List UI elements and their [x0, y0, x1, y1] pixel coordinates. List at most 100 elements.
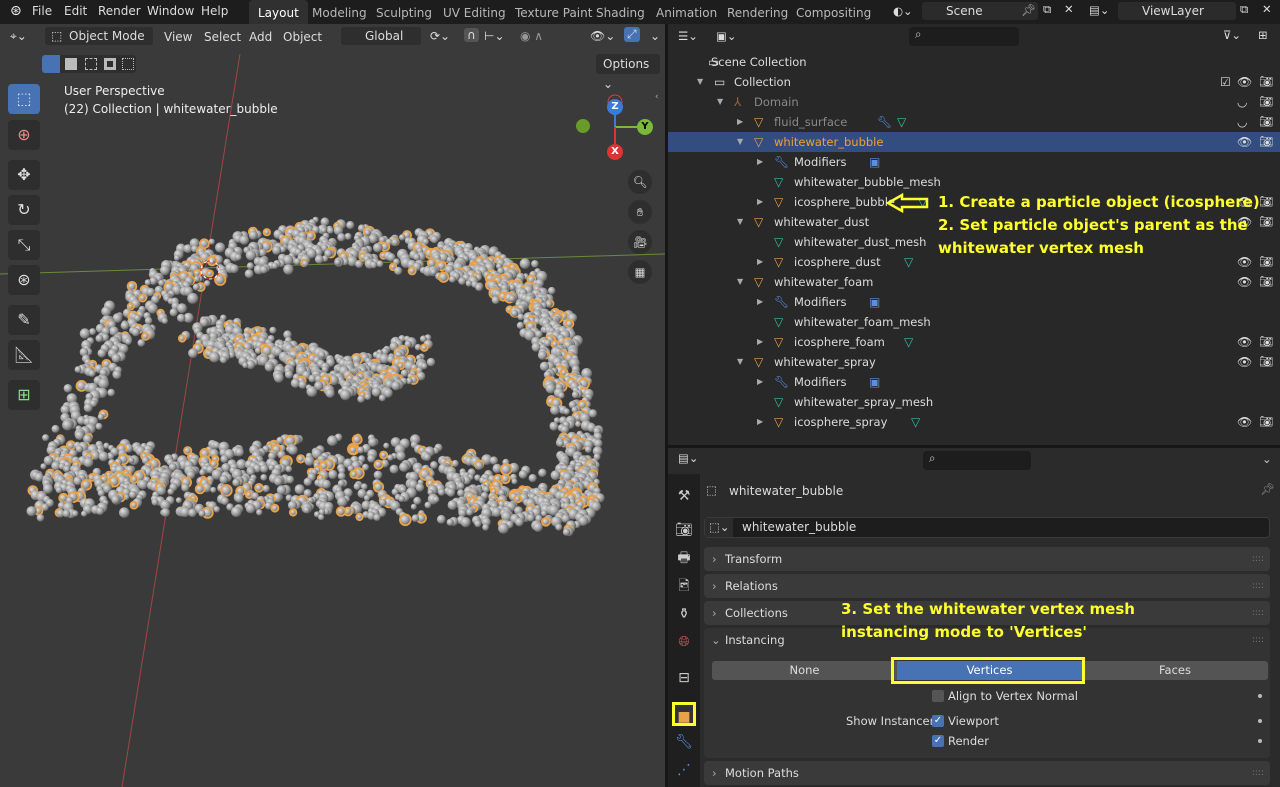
select-extend-icon[interactable]	[65, 58, 77, 70]
menu-add[interactable]: Add	[249, 30, 272, 44]
object-type-icon[interactable]: ⬚⌄	[705, 518, 733, 537]
move-tool[interactable]: ✥	[8, 160, 40, 190]
collapse-arrow-icon[interactable]: ▼	[697, 72, 703, 92]
outliner-row[interactable]: ▼ ⅄ Domain ◡ 📷︎	[668, 92, 1280, 112]
render-camera-icon[interactable]: 📷︎	[1259, 332, 1273, 352]
menu-window[interactable]: Window	[147, 4, 194, 18]
new-view-layer-icon[interactable]: ⧉	[1240, 2, 1248, 17]
expand-arrow-icon[interactable]: ▶	[757, 192, 763, 212]
show-instancer-render-checkbox[interactable]: ✓	[932, 735, 944, 747]
expand-arrow-icon[interactable]: ▶	[757, 412, 763, 432]
tab-compositing[interactable]: Compositing	[787, 0, 880, 24]
new-collection-icon[interactable]: ⊞	[1258, 28, 1268, 42]
view-layer-icon[interactable]: ▤⌄	[1089, 3, 1110, 17]
outliner-row[interactable]: ▼ ▽ whitewater_spray 👁︎ 📷︎	[668, 352, 1280, 372]
render-camera-icon[interactable]: 📷︎	[1259, 412, 1273, 432]
outliner-row[interactable]: ▼ ▽ whitewater_bubble 👁︎ 📷︎	[668, 132, 1280, 152]
render-camera-icon[interactable]: 📷︎	[1259, 72, 1273, 92]
select-new-icon[interactable]	[42, 55, 60, 73]
mesh-icon[interactable]: ▽	[904, 332, 913, 352]
menu-render[interactable]: Render	[98, 4, 141, 18]
properties-search-input[interactable]: ⌕	[923, 451, 1031, 470]
animate-property-icon[interactable]	[1258, 739, 1262, 743]
collapse-arrow-icon[interactable]: ▼	[737, 212, 743, 232]
add-cube-tool[interactable]: ⊞	[8, 380, 40, 410]
tab-rendering[interactable]: Rendering	[718, 0, 797, 24]
expand-arrow-icon[interactable]: ▶	[737, 112, 743, 132]
tab-tool-icon[interactable]: ⚒	[672, 484, 696, 508]
object-datablock-name[interactable]: whitewater_bubble	[742, 520, 856, 534]
animate-property-icon[interactable]	[1258, 719, 1262, 723]
pan-hand-icon[interactable]: ✋︎	[628, 200, 652, 224]
editor-type-icon[interactable]: ☰⌄	[678, 29, 698, 43]
camera-view-icon[interactable]: 🎥︎	[628, 230, 652, 254]
collapse-arrow-icon[interactable]: ▼	[737, 352, 743, 372]
mesh-icon[interactable]: ▽	[897, 112, 906, 132]
options-chevron-icon[interactable]: ⌄	[1262, 452, 1272, 466]
hidden-eye-icon[interactable]: ◡	[1237, 92, 1247, 112]
visibility-icon[interactable]: 👁︎⌄	[590, 29, 615, 43]
mesh-icon[interactable]: ▽	[911, 412, 920, 432]
expand-arrow-icon[interactable]: ▶	[757, 292, 763, 312]
pin-icon[interactable]: 📌︎	[1021, 3, 1036, 17]
view-layer-field[interactable]: ViewLayer	[1118, 2, 1236, 20]
eye-icon[interactable]: 👁︎	[1237, 332, 1252, 352]
select-box-tool[interactable]: ⬚	[8, 84, 40, 114]
eye-icon[interactable]: 👁︎	[1237, 252, 1252, 272]
expand-arrow-icon[interactable]: ▶	[757, 332, 763, 352]
render-camera-icon[interactable]: 📷︎	[1259, 272, 1273, 292]
remove-scene-icon[interactable]: ✕	[1064, 2, 1074, 16]
collapse-arrow-icon[interactable]: ▼	[737, 272, 743, 292]
panel-transform[interactable]: › Transform::::	[704, 547, 1270, 571]
tab-output-icon[interactable]: 🖶	[672, 546, 696, 570]
perspective-toggle-icon[interactable]: ▦	[628, 260, 652, 284]
new-scene-icon[interactable]: ⧉	[1043, 2, 1051, 17]
select-intersect-icon[interactable]	[122, 58, 134, 70]
outliner-row[interactable]: ▽ whitewater_bubble_mesh	[668, 172, 1280, 192]
menu-object[interactable]: Object	[283, 30, 322, 44]
transform-tool[interactable]: ⊛	[8, 265, 40, 295]
menu-edit[interactable]: Edit	[64, 4, 87, 18]
tab-layout[interactable]: Layout	[249, 0, 308, 24]
eye-icon[interactable]: 👁︎	[1237, 72, 1252, 92]
outliner-row[interactable]: ▼ ▭ Collection ☑ 👁︎ 📷︎	[668, 72, 1280, 92]
modifier-icon[interactable]: ▣	[869, 292, 880, 312]
animate-property-icon[interactable]	[1258, 694, 1262, 698]
outliner-row[interactable]: ▶ ▽ icosphere_spray ▽ 👁︎ 📷︎	[668, 412, 1280, 432]
exclude-checkbox[interactable]: ☑	[1220, 72, 1231, 92]
filter-icon[interactable]: ⊽⌄	[1223, 28, 1241, 42]
menu-file[interactable]: File	[32, 4, 52, 18]
panel-relations[interactable]: › Relations::::	[704, 574, 1270, 598]
instancing-none-button[interactable]: None	[712, 661, 897, 680]
gizmo-y-axis[interactable]: Y	[637, 119, 653, 135]
gizmo-dropdown-icon[interactable]: ⌄	[650, 29, 660, 43]
tab-view-layer-icon[interactable]: 🖻	[672, 574, 696, 598]
render-camera-icon[interactable]: 📷︎	[1259, 132, 1273, 152]
outliner-row[interactable]: ▶ 🔧︎ Modifiers ▣	[668, 372, 1280, 392]
eye-icon[interactable]: 👁︎	[1237, 352, 1252, 372]
collapse-arrow-icon[interactable]: ▼	[737, 132, 743, 152]
align-to-vertex-normal-checkbox[interactable]	[932, 690, 944, 702]
pin-icon[interactable]: 📌︎	[1260, 482, 1275, 496]
scene-icon[interactable]: ◐⌄	[893, 4, 913, 18]
tab-sculpting[interactable]: Sculpting	[367, 0, 441, 24]
gizmo-toggle-icon[interactable]: ⤢	[624, 27, 640, 42]
proportional-edit-icon[interactable]: ◉ ∧	[520, 29, 543, 43]
hidden-eye-icon[interactable]: ◡	[1237, 112, 1247, 132]
render-camera-icon[interactable]: 📷︎	[1259, 192, 1273, 212]
eye-icon[interactable]: 👁︎	[1237, 132, 1252, 152]
snap-icon[interactable]: ∩	[464, 28, 479, 42]
tab-animation[interactable]: Animation	[647, 0, 726, 24]
tab-render-icon[interactable]: 📷︎	[672, 518, 696, 542]
tab-modeling[interactable]: Modeling	[303, 0, 376, 24]
cursor-tool[interactable]: ⊕	[8, 120, 40, 150]
outliner-row[interactable]: ▶ ▽ fluid_surface 🔧︎ ▽ ◡ 📷︎	[668, 112, 1280, 132]
tab-collection-icon[interactable]: ⊟	[672, 666, 696, 690]
collapse-sidebar-icon[interactable]: ‹	[655, 92, 659, 102]
outliner-row[interactable]: ▭ Scene Collection	[668, 52, 1280, 72]
editor-type-icon[interactable]: ▤⌄	[678, 451, 699, 465]
gizmo-x-axis[interactable]: X	[607, 144, 623, 160]
annotate-tool[interactable]: ✎	[8, 305, 40, 335]
transform-orientation-dropdown[interactable]: Global	[341, 27, 421, 45]
expand-arrow-icon[interactable]: ▶	[757, 152, 763, 172]
